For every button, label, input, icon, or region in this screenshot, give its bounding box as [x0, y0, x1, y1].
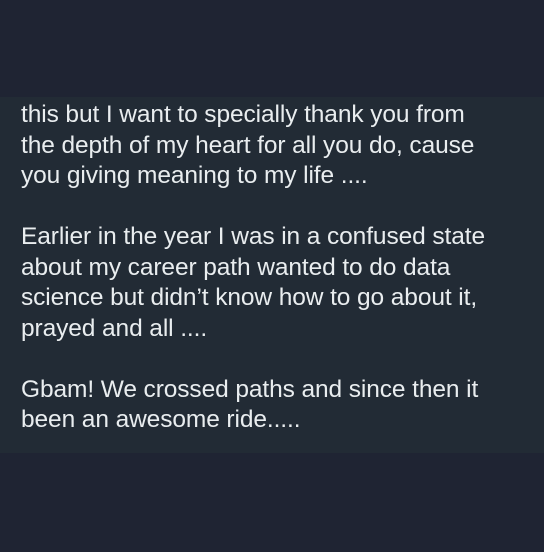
message-line: been an awesome ride..... — [21, 406, 301, 433]
message-paragraph-1: this but I want to specially thank you f… — [21, 100, 544, 192]
message-line: you giving meaning to my life .... — [21, 162, 368, 189]
message-line: about my career path wanted to do data — [21, 253, 451, 281]
message-paragraph-2: Earlier in the year I was in a confused … — [21, 222, 544, 344]
message-line: science but didn’t know how to go about … — [21, 284, 478, 311]
message-line: this but I want to specially thank you f… — [21, 101, 465, 128]
incoming-message-bubble[interactable]: this but I want to specially thank you f… — [0, 97, 544, 453]
chat-area: this but I want to specially thank you f… — [0, 0, 544, 552]
message-paragraph-3: Gbam! We crossed paths and since then it… — [21, 375, 544, 436]
message-text: this but I want to specially thank you f… — [21, 97, 544, 436]
message-line: Earlier in the year I was in a confused … — [21, 223, 485, 250]
message-line: the depth of my heart for all you do, ca… — [21, 131, 475, 159]
message-line: prayed and all .... — [21, 314, 208, 342]
message-line: Gbam! We crossed paths and since then it — [21, 375, 479, 403]
